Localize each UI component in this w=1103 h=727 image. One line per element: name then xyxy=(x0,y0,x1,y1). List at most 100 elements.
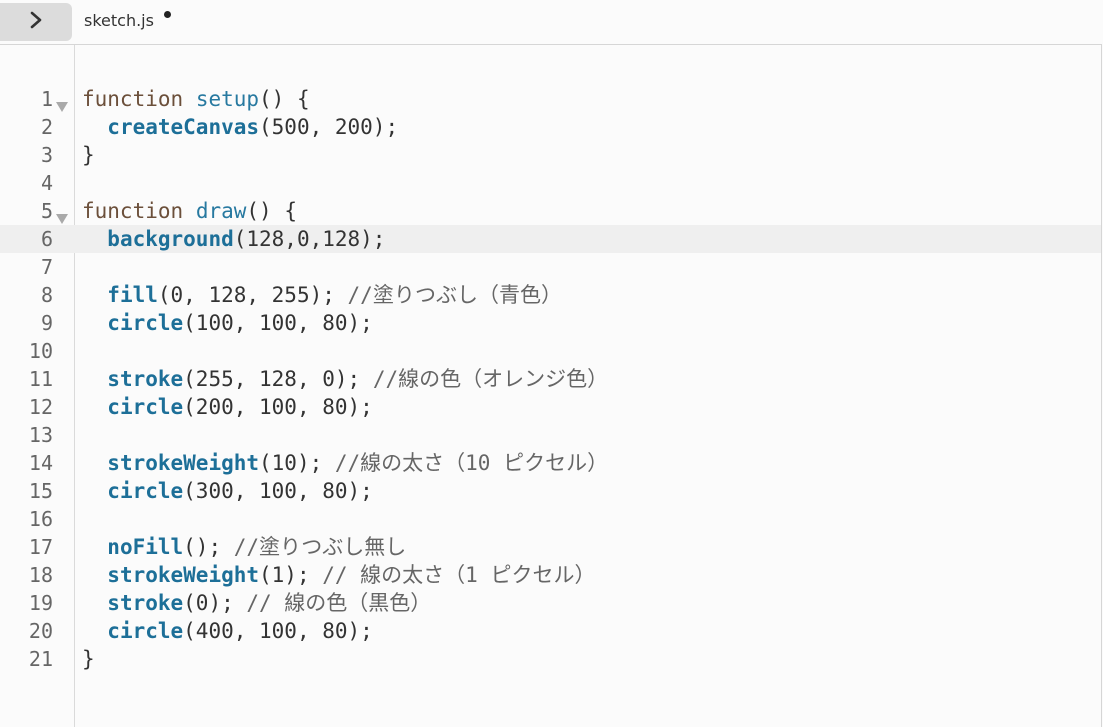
file-tab-name[interactable]: sketch.js xyxy=(84,11,154,30)
line-number: 19 xyxy=(28,591,53,615)
code-token: (10); xyxy=(259,451,335,475)
code-token: background xyxy=(107,227,234,251)
line-number: 12 xyxy=(28,395,53,419)
code-line[interactable]: 12 circle(200, 100, 80); xyxy=(0,393,1101,421)
line-number: 4 xyxy=(40,171,53,195)
line-number: 9 xyxy=(40,311,53,335)
code-line[interactable]: 20 circle(400, 100, 80); xyxy=(0,617,1101,645)
line-number: 5 xyxy=(40,199,53,223)
line-number: 18 xyxy=(28,563,53,587)
code-token: noFill xyxy=(107,535,184,559)
code-line[interactable]: 7 xyxy=(0,253,1101,281)
unsaved-indicator-icon xyxy=(164,11,171,18)
code-token: (255, 128, 0); xyxy=(183,367,373,391)
fold-triangle-icon[interactable] xyxy=(56,92,68,112)
line-number: 6 xyxy=(40,227,53,251)
code-token: strokeWeight xyxy=(107,563,260,587)
line-number: 1 xyxy=(40,87,53,111)
code-text: } xyxy=(82,645,95,673)
code-line[interactable]: 10 xyxy=(0,337,1101,365)
code-token: (); xyxy=(183,535,234,559)
code-line[interactable]: 2 createCanvas(500, 200); xyxy=(0,113,1101,141)
code-text: strokeWeight(10); //線の太さ（10 ピクセル） xyxy=(82,449,608,477)
code-text: function draw() { xyxy=(82,197,297,225)
code-token: (200, 100, 80); xyxy=(183,395,373,419)
code-token: strokeWeight xyxy=(107,451,260,475)
line-number: 16 xyxy=(28,507,53,531)
code-comment: //塗りつぶし（青色） xyxy=(347,283,563,307)
code-token: circle xyxy=(107,395,184,419)
code-text: circle(100, 100, 80); xyxy=(82,309,373,337)
code-text: createCanvas(500, 200); xyxy=(82,113,398,141)
code-text: noFill(); //塗りつぶし無し xyxy=(82,533,406,561)
editor-tabbar: sketch.js xyxy=(0,0,1103,44)
code-line[interactable]: 18 strokeWeight(1); // 線の太さ（1 ピクセル） xyxy=(0,561,1101,589)
code-text: } xyxy=(82,141,95,169)
sidebar-toggle-button[interactable] xyxy=(0,3,72,41)
fold-triangle-icon[interactable] xyxy=(56,204,68,224)
code-token: setup xyxy=(195,87,260,111)
code-text: background(128,0,128); xyxy=(82,225,385,253)
code-line[interactable]: 15 circle(300, 100, 80); xyxy=(0,477,1101,505)
code-comment: // 線の太さ（1 ピクセル） xyxy=(322,563,596,587)
code-token: function xyxy=(82,199,184,223)
line-number: 21 xyxy=(28,647,53,671)
code-text: stroke(0); // 線の色（黒色） xyxy=(82,589,431,617)
code-line[interactable]: 16 xyxy=(0,505,1101,533)
code-token: function xyxy=(82,87,184,111)
line-number: 15 xyxy=(28,479,53,503)
code-token: fill xyxy=(107,283,158,307)
line-number: 14 xyxy=(28,451,53,475)
code-line[interactable]: 19 stroke(0); // 線の色（黒色） xyxy=(0,589,1101,617)
code-token: draw xyxy=(195,199,247,223)
code-line[interactable]: 3} xyxy=(0,141,1101,169)
code-line[interactable]: 17 noFill(); //塗りつぶし無し xyxy=(0,533,1101,561)
line-number: 13 xyxy=(28,423,53,447)
code-text: circle(300, 100, 80); xyxy=(82,477,373,505)
code-editor[interactable]: 1 function setup() {2 createCanvas(500, 2… xyxy=(0,44,1102,727)
line-number: 2 xyxy=(40,115,53,139)
code-line[interactable]: 1 function setup() { xyxy=(0,85,1101,113)
code-line[interactable]: 6 background(128,0,128); xyxy=(0,225,1101,253)
line-number: 20 xyxy=(28,619,53,643)
code-token: circle xyxy=(107,619,184,643)
code-line[interactable]: 4 xyxy=(0,169,1101,197)
code-text: stroke(255, 128, 0); //線の色（オレンジ色） xyxy=(82,365,608,393)
code-line[interactable]: 21} xyxy=(0,645,1101,673)
code-token: (100, 100, 80); xyxy=(183,311,373,335)
code-token: (128,0,128); xyxy=(233,227,386,251)
code-line[interactable]: 11 stroke(255, 128, 0); //線の色（オレンジ色） xyxy=(0,365,1101,393)
code-token: createCanvas xyxy=(107,115,260,139)
code-line[interactable]: 8 fill(0, 128, 255); //塗りつぶし（青色） xyxy=(0,281,1101,309)
code-text: strokeWeight(1); // 線の太さ（1 ピクセル） xyxy=(82,561,595,589)
code-line[interactable]: 5 function draw() { xyxy=(0,197,1101,225)
code-lines[interactable]: 1 function setup() {2 createCanvas(500, 2… xyxy=(0,85,1101,673)
code-token: (400, 100, 80); xyxy=(183,619,373,643)
line-number: 11 xyxy=(28,367,53,391)
code-comment: //線の色（オレンジ色） xyxy=(372,367,609,391)
code-line[interactable]: 14 strokeWeight(10); //線の太さ（10 ピクセル） xyxy=(0,449,1101,477)
code-line[interactable]: 13 xyxy=(0,421,1101,449)
line-number: 3 xyxy=(40,143,53,167)
line-number: 7 xyxy=(40,255,53,279)
code-text: function setup() { xyxy=(82,85,310,113)
line-number: 10 xyxy=(28,339,53,363)
code-token: stroke xyxy=(107,367,184,391)
code-token: (1); xyxy=(259,563,323,587)
code-token: (500, 200); xyxy=(259,115,399,139)
code-token: stroke xyxy=(107,591,184,615)
code-line[interactable]: 9 circle(100, 100, 80); xyxy=(0,309,1101,337)
code-token: } xyxy=(82,647,95,671)
